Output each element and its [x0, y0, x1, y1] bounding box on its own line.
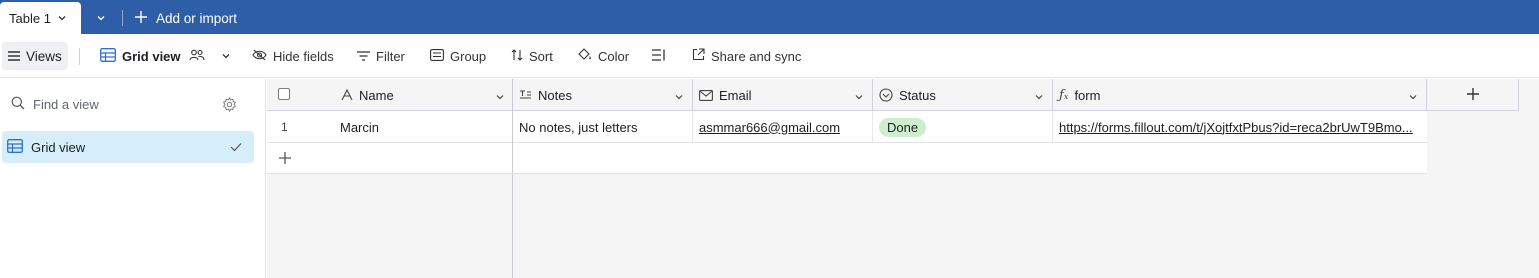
row-number: 1: [281, 120, 288, 134]
group-label: Group: [450, 48, 487, 64]
data-grid: Name Notes Email Status ƒₓ form 1 Marcin…: [267, 79, 1539, 278]
column-header-name[interactable]: Name: [335, 79, 513, 111]
cell-email[interactable]: asmmar666@gmail.com: [693, 111, 873, 143]
top-tab-bar: Table 1 Add or import: [0, 0, 1539, 34]
divider: [79, 48, 80, 65]
plus-icon: [1466, 87, 1480, 104]
sort-label: Sort: [529, 48, 553, 64]
external-share-icon: [692, 48, 711, 64]
tables-dropdown-button[interactable]: [92, 9, 110, 27]
grid-header-row: Name Notes Email Status ƒₓ form: [267, 79, 1519, 111]
people-icon: [188, 49, 211, 64]
view-settings-button[interactable]: [222, 97, 237, 115]
plus-icon: [134, 10, 156, 27]
view-toolbar: Views Grid view Hide fields Filter Group: [0, 34, 1539, 78]
column-label: Email: [719, 87, 752, 103]
column-label: Name: [359, 87, 394, 103]
group-button[interactable]: Group: [430, 46, 486, 66]
cell-status[interactable]: Done: [873, 111, 1053, 143]
chevron-down-icon: [221, 49, 237, 64]
group-icon: [430, 48, 450, 64]
add-or-import-button[interactable]: Add or import: [134, 9, 237, 27]
chevron-down-icon[interactable]: [57, 11, 67, 26]
checkmark-icon: [230, 140, 242, 155]
chevron-down-icon[interactable]: [674, 90, 684, 105]
column-label: Status: [899, 87, 936, 103]
tab-label: Table 1: [9, 10, 51, 26]
table-row[interactable]: 1 Marcin No notes, just letters asmmar66…: [267, 111, 1427, 143]
column-header-notes[interactable]: Notes: [513, 79, 693, 111]
grid-icon: [7, 138, 23, 156]
hide-fields-label: Hide fields: [273, 48, 334, 64]
paint-bucket-icon: [577, 48, 598, 64]
empty-area: [267, 174, 512, 278]
filter-label: Filter: [376, 48, 405, 64]
column-header-status[interactable]: Status: [873, 79, 1053, 111]
find-view-search[interactable]: Find a view: [11, 96, 99, 113]
cell-notes[interactable]: No notes, just letters: [513, 111, 693, 143]
frozen-cells: 1 Marcin: [267, 111, 513, 143]
sort-arrows-icon: [511, 48, 529, 64]
select-all-checkbox[interactable]: [278, 88, 290, 100]
frozen-header: Name: [267, 79, 513, 111]
filter-icon: [357, 49, 376, 64]
share-and-sync-button[interactable]: Share and sync: [692, 46, 801, 66]
add-field-button[interactable]: [1427, 79, 1519, 111]
eye-slash-icon: [252, 49, 273, 64]
status-badge: Done: [879, 117, 927, 137]
frozen-divider: [512, 174, 513, 278]
color-button[interactable]: Color: [577, 46, 629, 66]
find-view-placeholder: Find a view: [33, 97, 99, 112]
text-a-icon: [341, 89, 353, 101]
add-or-import-label: Add or import: [156, 10, 238, 26]
row-height-button[interactable]: [652, 46, 672, 66]
add-record-button[interactable]: [267, 143, 513, 173]
email-link[interactable]: asmmar666@gmail.com: [699, 120, 840, 135]
grid-icon: [100, 47, 122, 65]
chevron-down-icon[interactable]: [1408, 90, 1418, 105]
gear-icon: [222, 97, 237, 115]
cell-name[interactable]: Marcin: [340, 120, 379, 135]
cell-form[interactable]: https://forms.fillout.com/t/jXojtfxtPbus…: [1053, 111, 1427, 143]
chevron-down-icon[interactable]: [854, 90, 864, 105]
share-and-sync-label: Share and sync: [711, 48, 802, 64]
mail-icon: [699, 89, 713, 101]
views-button[interactable]: Views: [2, 42, 68, 70]
grid-view-label: Grid view: [122, 48, 181, 64]
grid-view-switcher[interactable]: Grid view: [100, 46, 237, 66]
column-header-form[interactable]: ƒₓ form: [1053, 79, 1427, 111]
chevron-down-icon[interactable]: [495, 90, 505, 105]
column-label: Notes: [538, 87, 572, 103]
chevron-down-icon[interactable]: [1034, 90, 1044, 105]
sidebar-item-label: Grid view: [31, 139, 86, 155]
divider: [122, 10, 123, 26]
column-header-email[interactable]: Email: [693, 79, 873, 111]
notes-text: No notes, just letters: [519, 119, 638, 135]
search-icon: [11, 96, 33, 113]
column-label: form: [1074, 87, 1101, 103]
long-text-icon: [519, 89, 532, 101]
sidebar-item-grid-view[interactable]: Grid view: [2, 131, 254, 163]
sort-button[interactable]: Sort: [511, 46, 553, 66]
form-link[interactable]: https://forms.fillout.com/t/jXojtfxtPbus…: [1059, 120, 1413, 135]
add-row: [267, 143, 1427, 174]
tab-table-1[interactable]: Table 1: [0, 2, 81, 34]
color-label: Color: [598, 48, 630, 64]
formula-fx-icon: ƒₓ: [1059, 87, 1069, 103]
filter-button[interactable]: Filter: [357, 46, 405, 66]
hide-fields-button[interactable]: Hide fields: [252, 46, 334, 66]
status-circle-check-icon: [879, 88, 893, 102]
plus-icon: [278, 151, 292, 168]
chevron-down-icon: [96, 11, 106, 26]
row-height-icon: [652, 48, 672, 64]
views-sidebar: Find a view Grid view: [0, 79, 266, 278]
hamburger-icon: [8, 49, 26, 64]
views-label: Views: [26, 48, 62, 64]
